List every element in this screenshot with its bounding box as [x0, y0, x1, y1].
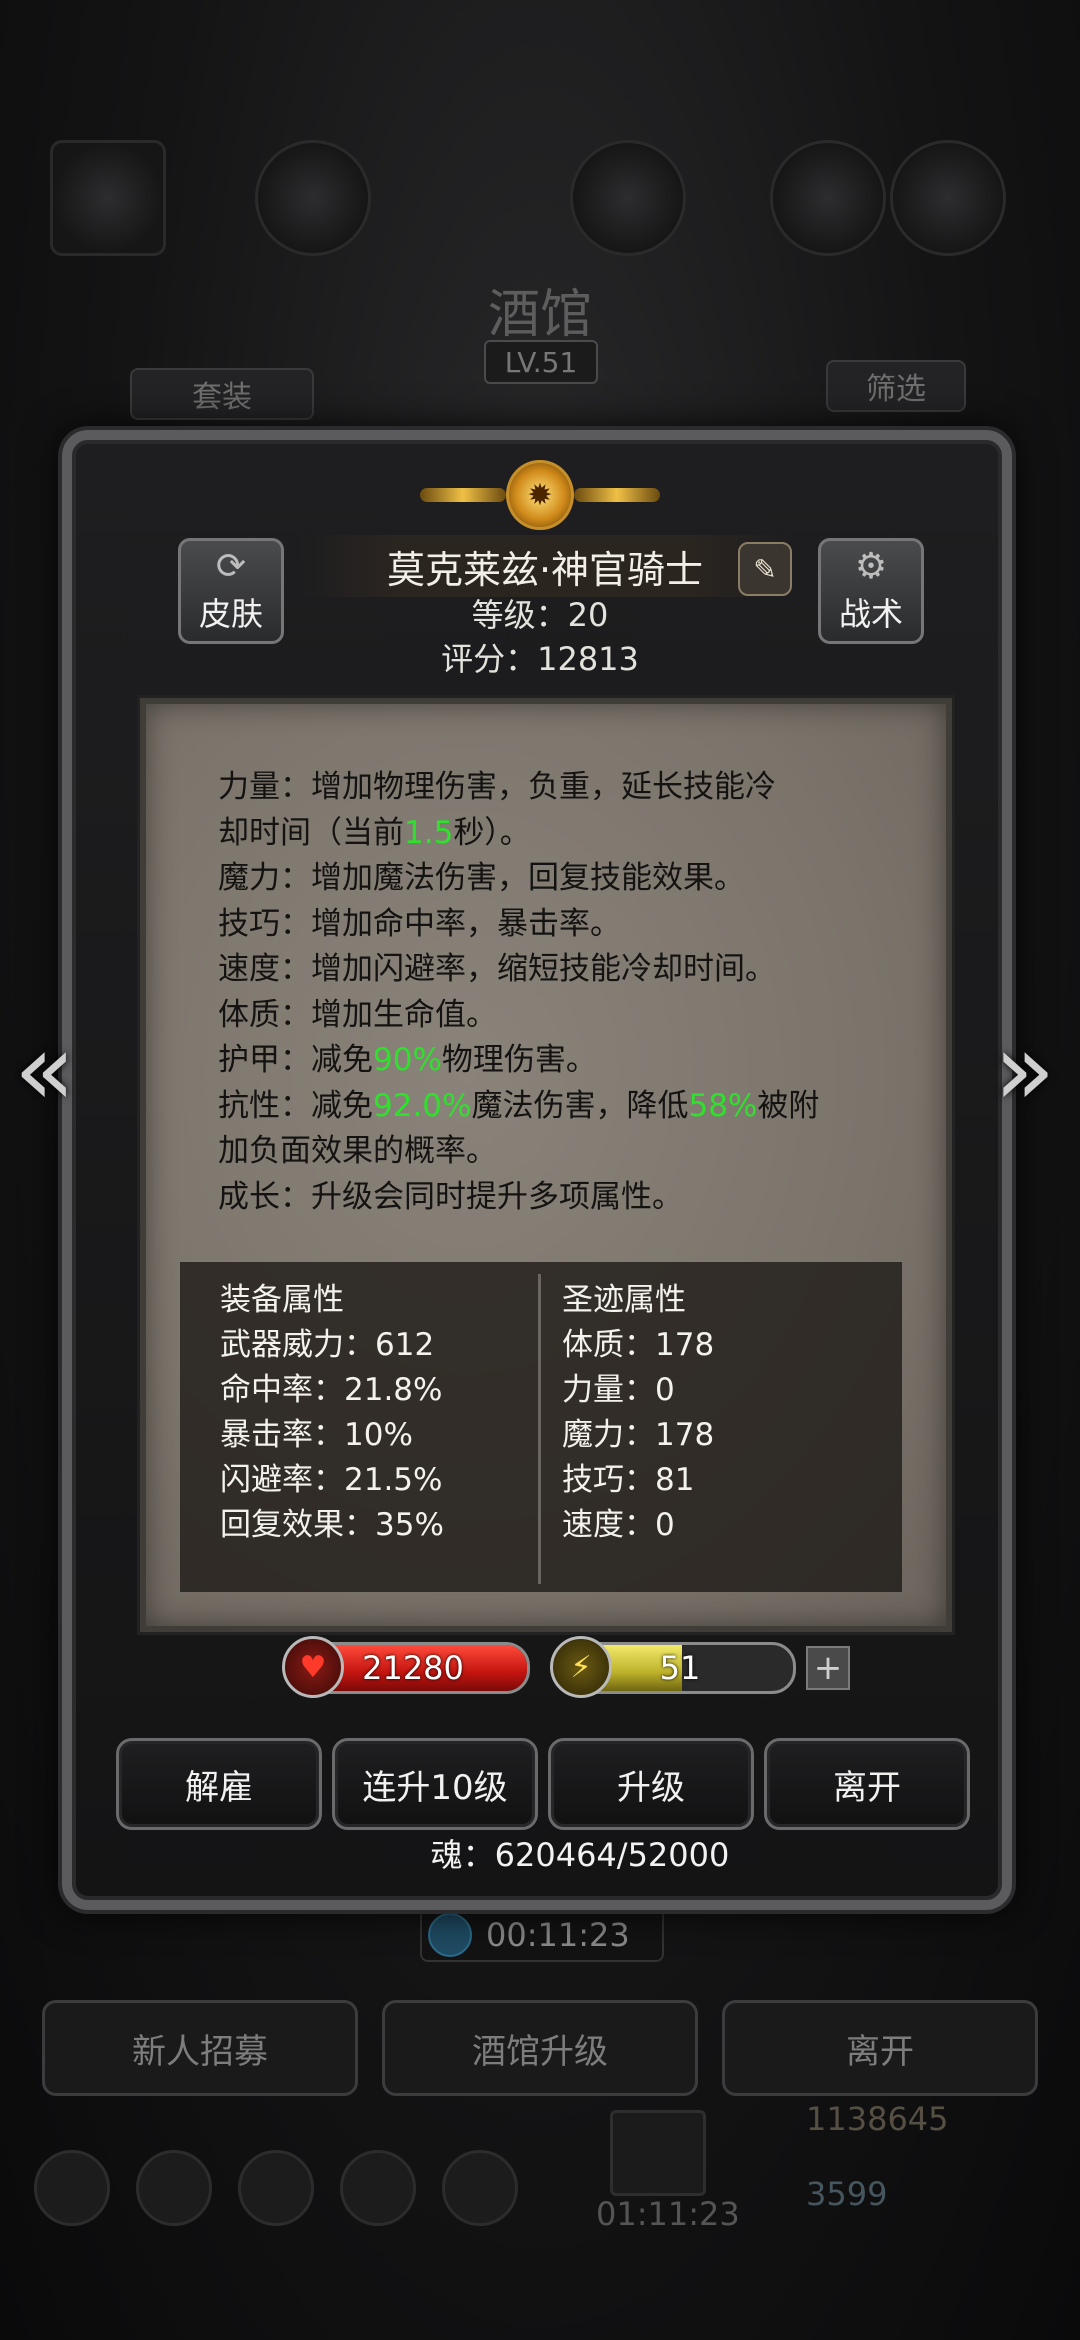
heart-icon: ♥ — [282, 1636, 344, 1698]
description-line: 却时间（当前1.5秒）。 — [218, 811, 898, 857]
bg-timer: 00:11:23 — [420, 1908, 664, 1962]
description-text: 体质：增加生命值。 — [218, 996, 497, 1033]
bg-timer-text: 00:11:23 — [486, 1916, 630, 1954]
bg-chest-icon — [610, 2110, 706, 2196]
relic-row: 力量：0 — [562, 1372, 675, 1408]
relic-row: 体质：178 — [562, 1327, 715, 1363]
description-line: 技巧：增加命中率，暴击率。 — [218, 902, 898, 948]
description-line: 力量：增加物理伤害，负重，延长技能冷 — [218, 765, 898, 811]
equipment-row: 闪避率：21.5% — [220, 1462, 443, 1498]
bg-gold-count: 1138645 — [806, 2100, 949, 2138]
description-text: 被附 — [757, 1087, 820, 1124]
description-line: 加负面效果的概率。 — [218, 1129, 898, 1175]
hero-score: 评分：12813 — [441, 640, 639, 678]
relic-title: 圣迹属性 — [562, 1282, 686, 1318]
add-energy-button[interactable]: + — [806, 1646, 850, 1690]
prev-hero-arrow-icon[interactable]: « — [14, 1020, 75, 1120]
description-text: 技巧：增加命中率，暴击率。 — [218, 905, 621, 942]
hero-name-plate: 莫克莱兹·神官骑士 — [300, 535, 790, 597]
soul-counter: 魂：620464/52000 — [0, 1830, 1080, 1876]
leave-button[interactable]: 离开 — [764, 1738, 970, 1830]
relic-row: 速度：0 — [562, 1507, 675, 1543]
description-text: 魔力：增加魔法伤害，回复技能效果。 — [218, 860, 745, 896]
description-text: 护甲：减免 — [218, 1042, 373, 1078]
description-line: 速度：增加闪避率，缩短技能冷却时间。 — [218, 947, 898, 993]
bg-menu-icon — [570, 140, 686, 256]
highlight-value: 90% — [373, 1042, 442, 1078]
highlight-value: 1.5 — [404, 814, 454, 851]
description-line: 魔力：增加魔法伤害，回复技能效果。 — [218, 856, 898, 902]
description-line: 抗性：减免92.0%魔法伤害，降低58%被附 — [218, 1084, 898, 1130]
highlight-value: 92.0% — [373, 1087, 472, 1124]
relic-attributes: 圣迹属性 体质：178 力量：0 魔力：178 技巧：81 速度：0 — [562, 1278, 714, 1548]
level-up-10-button[interactable]: 连升10级 — [332, 1738, 538, 1830]
hero-level: 等级：20 — [471, 596, 609, 634]
bg-nav-icon — [34, 2150, 110, 2226]
soul-text: 魂：620464/52000 — [430, 1836, 730, 1874]
refresh-icon: ⟳ — [215, 546, 247, 587]
description-line: 成长：升级会同时提升多项属性。 — [218, 1175, 898, 1221]
bg-nav-icon — [442, 2150, 518, 2226]
bg-tab-set: 套装 — [130, 368, 314, 420]
bg-menu-icon — [255, 140, 371, 256]
bg-avatar-icon — [50, 140, 166, 256]
bg-recruit-button: 新人招募 — [42, 2000, 358, 2096]
emblem-icon: ✹ — [420, 455, 660, 535]
equipment-row: 武器威力：612 — [220, 1327, 435, 1363]
next-hero-arrow-icon[interactable]: » — [994, 1020, 1055, 1120]
bg-upgrade-tavern-button: 酒馆升级 — [382, 2000, 698, 2096]
edit-name-icon[interactable]: ✎ — [738, 542, 792, 596]
bg-tab-filter: 筛选 — [826, 360, 966, 412]
description-text: 力量：增加物理伤害，负重，延长技能冷 — [218, 769, 776, 805]
description-text: 物理伤害。 — [441, 1042, 597, 1078]
equipment-row: 命中率：21.8% — [220, 1372, 443, 1408]
highlight-value: 58% — [688, 1087, 758, 1124]
description-line: 护甲：减免90%物理伤害。 — [218, 1038, 898, 1084]
bg-leave-button: 离开 — [722, 2000, 1038, 2096]
bg-nav-icon — [340, 2150, 416, 2226]
attribute-divider — [538, 1274, 541, 1584]
equipment-attributes: 装备属性 武器威力：612 命中率：21.8% 暴击率：10% 闪避率：21.5… — [220, 1278, 444, 1548]
level-up-button[interactable]: 升级 — [548, 1738, 754, 1830]
lightning-icon: ⚡ — [550, 1636, 612, 1698]
bg-gem-count: 3599 — [806, 2175, 888, 2213]
description-text: 秒）。 — [453, 814, 531, 851]
relic-row: 技巧：81 — [562, 1462, 695, 1498]
description-text: 速度：增加闪避率，缩短技能冷却时间。 — [218, 951, 776, 987]
description-text: 加负面效果的概率。 — [218, 1133, 497, 1169]
relic-row: 魔力：178 — [562, 1417, 715, 1453]
bg-page-title: 酒馆 — [487, 285, 592, 345]
bg-menu-icon — [770, 140, 886, 256]
clock-icon — [428, 1913, 472, 1957]
equipment-row: 回复效果：35% — [220, 1507, 444, 1543]
equipment-title: 装备属性 — [220, 1282, 344, 1318]
description-text: 却时间（当前 — [218, 814, 404, 851]
gear-icon: ⚙ — [854, 546, 888, 587]
bg-nav-icon — [136, 2150, 212, 2226]
bg-menu-icon — [890, 140, 1006, 256]
description-line: 体质：增加生命值。 — [218, 993, 898, 1039]
description-text: 抗性：减免 — [218, 1087, 373, 1124]
bg-level-badge: LV.51 — [484, 340, 598, 384]
description-text: 魔法伤害，降低 — [471, 1087, 689, 1124]
bg-chest-timer: 01:11:23 — [596, 2195, 740, 2233]
dismiss-button[interactable]: 解雇 — [116, 1738, 322, 1830]
equipment-row: 暴击率：10% — [220, 1417, 413, 1453]
attribute-description: 力量：增加物理伤害，负重，延长技能冷 却时间（当前1.5秒）。 魔力：增加魔法伤害，… — [218, 765, 898, 1220]
description-text: 成长：升级会同时提升多项属性。 — [218, 1178, 683, 1215]
hero-name: 莫克莱兹·神官骑士 — [386, 547, 704, 592]
bg-nav-icon — [238, 2150, 314, 2226]
